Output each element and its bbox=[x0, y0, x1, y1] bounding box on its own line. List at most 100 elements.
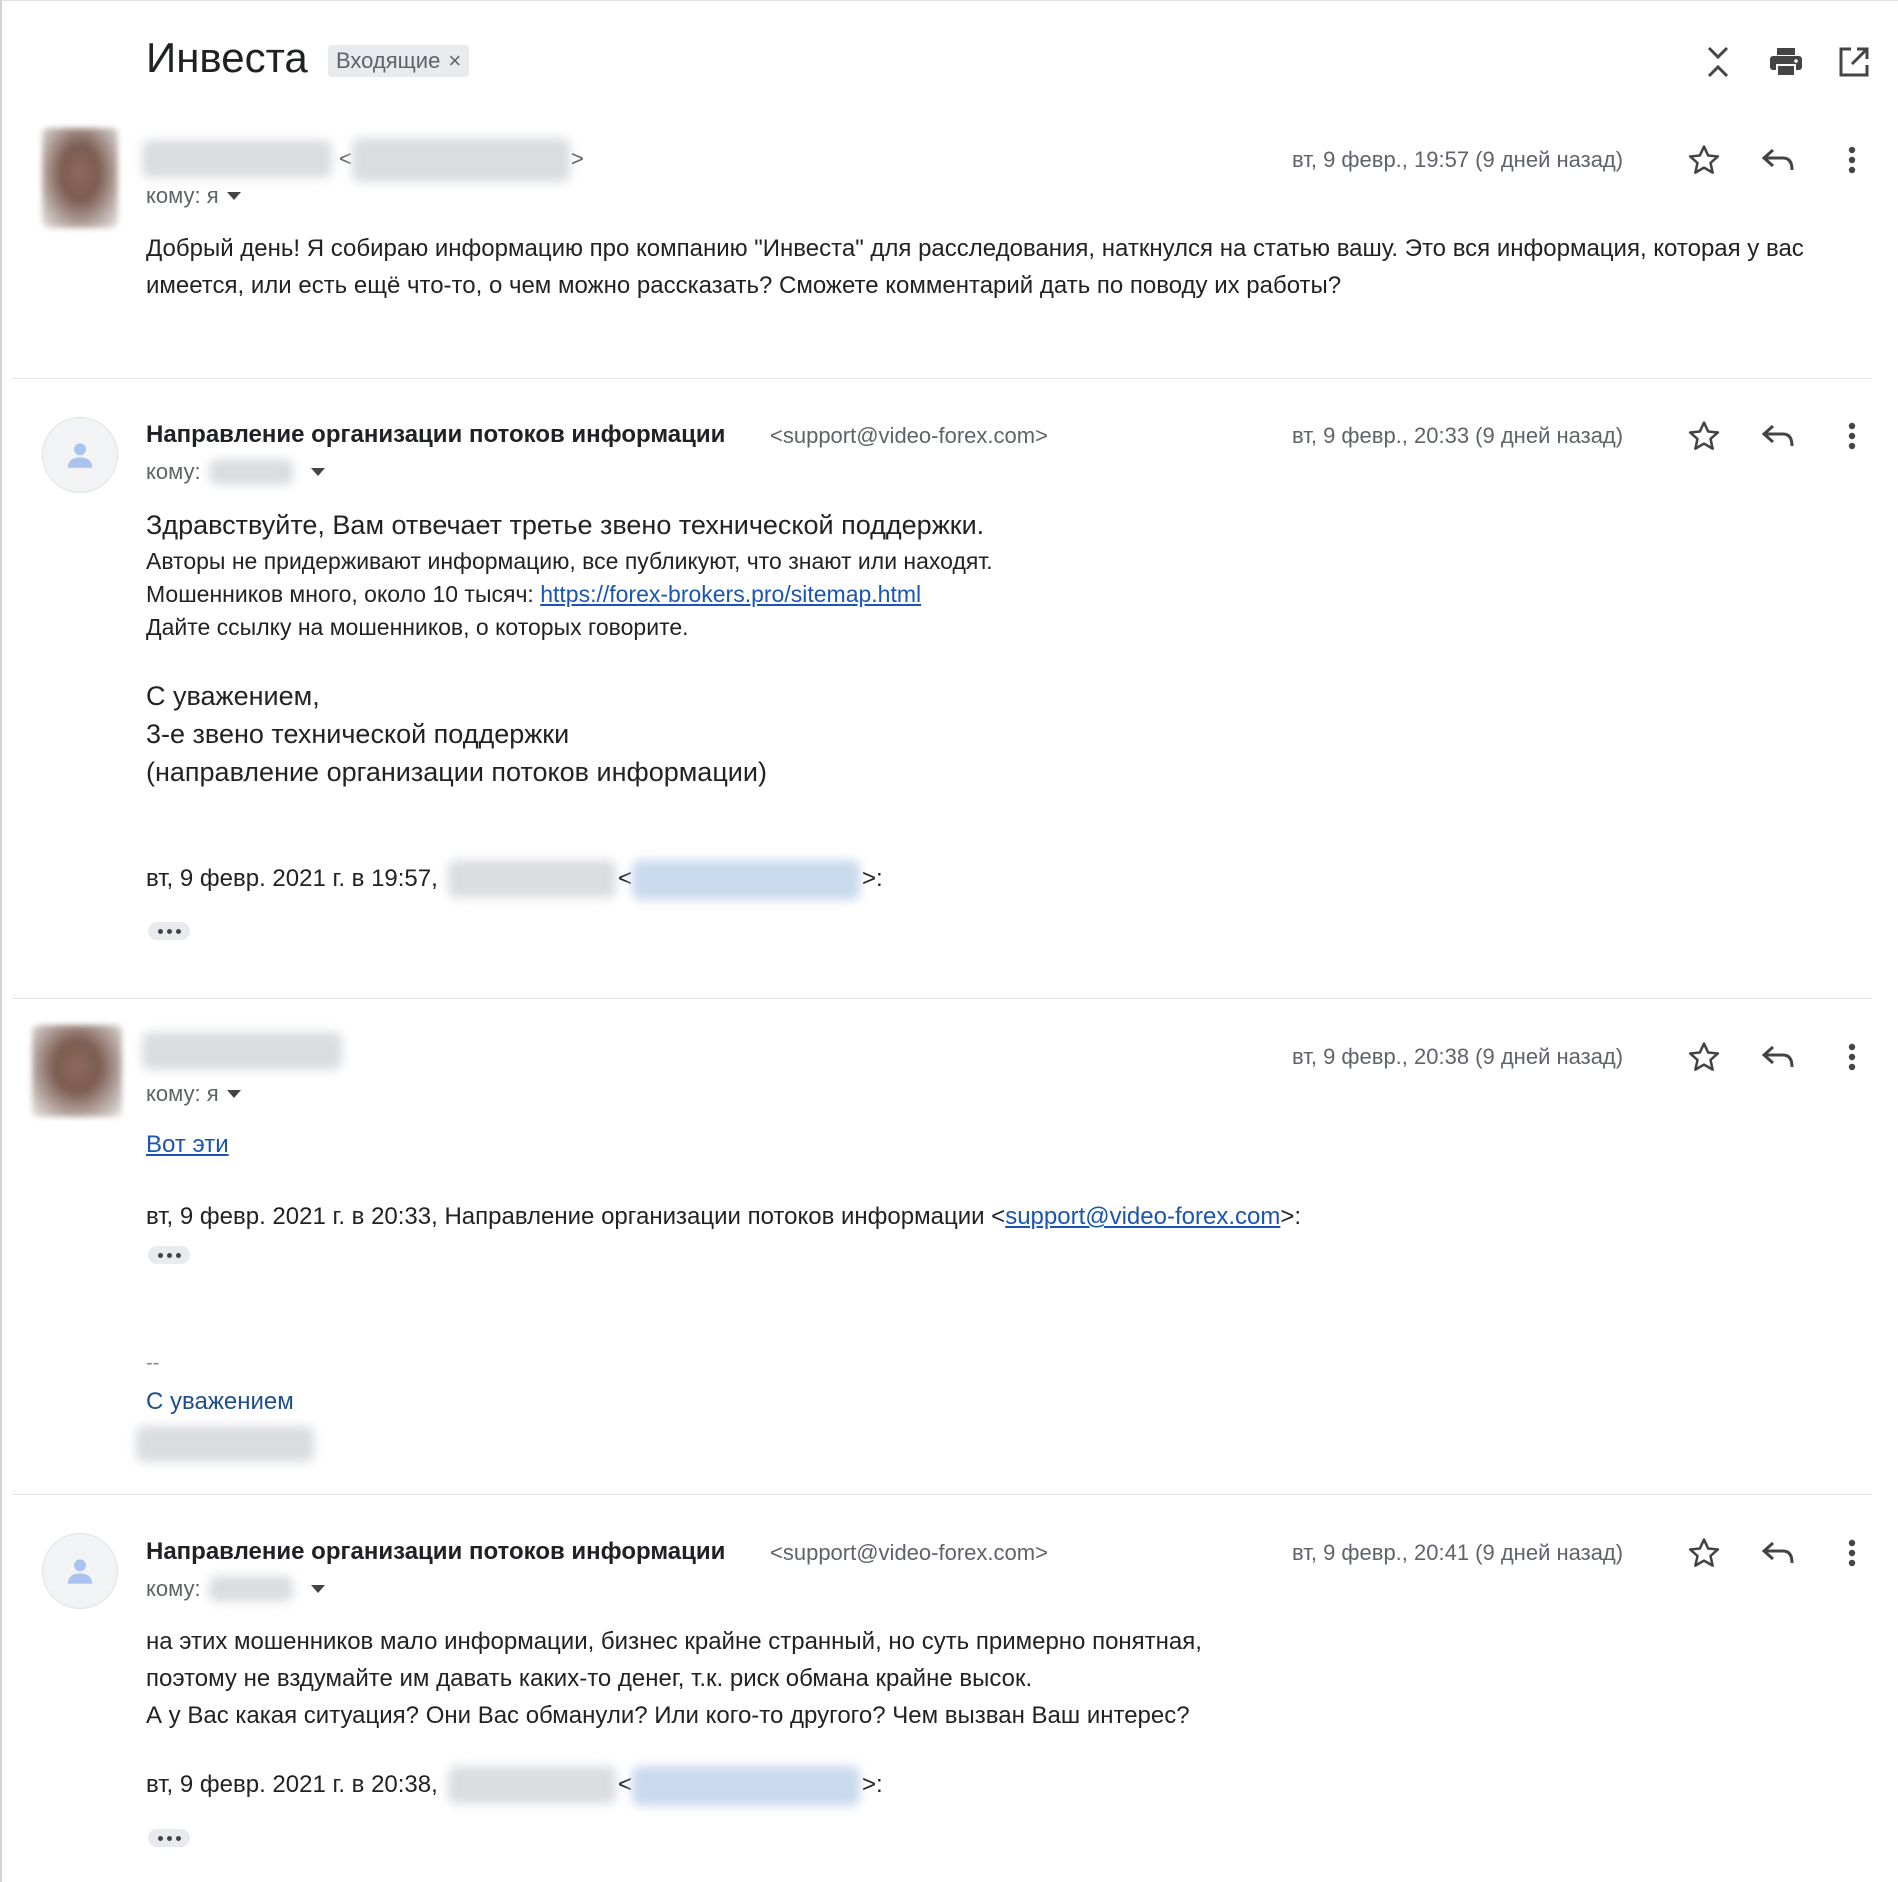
star-button[interactable] bbox=[1684, 140, 1724, 180]
message-body: Вот эти bbox=[146, 1126, 229, 1163]
quoted-email-link[interactable]: support@video-forex.com bbox=[1005, 1203, 1280, 1230]
more-options-button[interactable] bbox=[1832, 1533, 1872, 1573]
print-button[interactable] bbox=[1766, 42, 1806, 82]
signature-dash: -- bbox=[146, 1352, 160, 1374]
reply-icon bbox=[1761, 1541, 1794, 1564]
sender-email: <support@video-forex.com> bbox=[770, 1540, 1048, 1565]
top-border bbox=[0, 0, 1898, 1]
open-in-new-window-button[interactable] bbox=[1834, 42, 1874, 82]
signature-name-redacted bbox=[136, 1426, 314, 1462]
star-icon bbox=[1688, 145, 1720, 174]
show-details-caret-icon[interactable] bbox=[310, 468, 325, 476]
sender-avatar[interactable] bbox=[42, 1533, 118, 1609]
sitemap-link[interactable]: https://forex-brokers.pro/sitemap.html bbox=[540, 581, 921, 607]
signature-line: (направление организации потоков информа… bbox=[146, 757, 767, 787]
show-trimmed-content-button[interactable] bbox=[148, 922, 190, 940]
recipients: кому: bbox=[146, 459, 325, 485]
more-options-button[interactable] bbox=[1832, 416, 1872, 456]
thread-subject: Инвеста bbox=[146, 34, 308, 81]
body-line-text: Мошенников много, около 10 тысяч: bbox=[146, 581, 541, 607]
reply-button[interactable] bbox=[1758, 416, 1798, 456]
default-person-icon bbox=[67, 443, 93, 468]
sender-email-close-bracket: > bbox=[571, 146, 584, 171]
message-body: Авторы не придерживают информацию, все п… bbox=[146, 545, 993, 644]
body-line: поэтому не вздумайте им давать каких-то … bbox=[146, 1665, 1033, 1692]
body-line: на этих мошенников мало информации, бизн… bbox=[146, 1628, 1202, 1655]
body-line: Добрый день! Я собираю информацию про ко… bbox=[146, 235, 1804, 262]
message-date: вт, 9 февр., 19:57 (9 дней назад) bbox=[1292, 147, 1624, 172]
recipient-redacted bbox=[208, 1576, 293, 1602]
quoted-email-redacted bbox=[632, 860, 860, 900]
left-border bbox=[0, 0, 2, 1882]
quote-email-close-bracket: >: bbox=[862, 865, 883, 892]
reply-icon bbox=[1761, 424, 1794, 447]
label-chip-text: Входящие bbox=[336, 48, 441, 73]
body-line: имеется, или есть ещё что-то, о чем можн… bbox=[146, 272, 1342, 299]
body-link[interactable]: Вот эти bbox=[146, 1131, 229, 1158]
star-button[interactable] bbox=[1684, 1533, 1724, 1573]
signature-line: 3-е звено технической поддержки bbox=[146, 719, 570, 749]
sender-email: <support@video-forex.com> bbox=[770, 423, 1048, 448]
reply-button[interactable] bbox=[1758, 1037, 1798, 1077]
label-remove-button[interactable]: × bbox=[448, 48, 461, 74]
recipients: кому: bbox=[146, 1576, 325, 1602]
sender-avatar[interactable] bbox=[32, 1025, 122, 1117]
show-details-caret-icon[interactable] bbox=[310, 1585, 325, 1593]
message-body: на этих мошенников мало информации, бизн… bbox=[146, 1623, 1202, 1734]
quote-email-open-bracket: < bbox=[618, 1771, 633, 1798]
show-details-caret-icon[interactable] bbox=[226, 192, 241, 200]
reply-button[interactable] bbox=[1758, 1533, 1798, 1573]
recipients: кому: я bbox=[146, 183, 241, 209]
body-line: А у Вас какая ситуация? Они Вас обманули… bbox=[146, 1702, 1190, 1729]
sender-email-open-bracket: < bbox=[339, 146, 352, 171]
sender-name: Направление организации потоков информац… bbox=[146, 421, 726, 448]
reply-icon bbox=[1761, 1045, 1794, 1068]
collapse-all-icon bbox=[1707, 46, 1729, 78]
star-icon bbox=[1688, 1538, 1720, 1567]
label-chip-inbox[interactable]: Входящие × bbox=[328, 45, 470, 77]
more-options-button[interactable] bbox=[1832, 140, 1872, 180]
quote-header-prefix: вт, 9 февр. 2021 г. в 19:57, bbox=[146, 865, 438, 892]
recipients-text: кому: bbox=[146, 459, 201, 484]
quote-email-open-bracket: < bbox=[618, 865, 633, 892]
show-trimmed-content-button[interactable] bbox=[148, 1829, 190, 1847]
message-separator bbox=[12, 378, 1872, 379]
sender-name-redacted bbox=[142, 1032, 342, 1070]
reply-icon bbox=[1761, 148, 1794, 171]
recipients-text: кому: я bbox=[146, 1081, 219, 1106]
signature-line: С уважением, bbox=[146, 681, 320, 711]
show-details-caret-icon[interactable] bbox=[226, 1090, 241, 1098]
star-button[interactable] bbox=[1684, 416, 1724, 456]
collapse-all-button[interactable] bbox=[1698, 42, 1738, 82]
quote-header-prefix: вт, 9 февр. 2021 г. в 20:38, bbox=[146, 1771, 438, 1798]
quote-header-text: вт, 9 февр. 2021 г. в 20:33, Направление… bbox=[146, 1203, 1006, 1230]
reply-button[interactable] bbox=[1758, 140, 1798, 180]
print-icon bbox=[1770, 48, 1802, 77]
sender-avatar[interactable] bbox=[42, 417, 118, 493]
sender-name-redacted bbox=[142, 140, 332, 178]
sender-name: Направление организации потоков информац… bbox=[146, 1538, 726, 1565]
recipient-redacted bbox=[208, 459, 293, 485]
message-date: вт, 9 февр., 20:41 (9 дней назад) bbox=[1292, 1540, 1624, 1565]
quoted-email-redacted bbox=[632, 1766, 860, 1806]
show-trimmed-content-button[interactable] bbox=[148, 1246, 190, 1264]
more-options-icon bbox=[1848, 1539, 1856, 1567]
recipients-text: кому: я bbox=[146, 183, 219, 208]
body-line: Авторы не придерживают информацию, все п… bbox=[146, 548, 993, 574]
star-button[interactable] bbox=[1684, 1037, 1724, 1077]
sender-avatar[interactable] bbox=[42, 128, 118, 228]
more-options-button[interactable] bbox=[1832, 1037, 1872, 1077]
quoted-sender-redacted bbox=[448, 860, 616, 898]
quoted-sender-redacted bbox=[448, 1766, 616, 1804]
sender-email-redacted bbox=[352, 138, 570, 182]
message-body: Добрый день! Я собираю информацию про ко… bbox=[146, 230, 1804, 304]
default-person-icon bbox=[67, 1559, 93, 1584]
greeting-line: Здравствуйте, Вам отвечает третье звено … bbox=[146, 510, 985, 540]
recipients: кому: я bbox=[146, 1081, 241, 1107]
message-date: вт, 9 февр., 20:33 (9 дней назад) bbox=[1292, 423, 1624, 448]
quote-header-suffix: >: bbox=[1280, 1203, 1302, 1230]
signature-text: С уважением bbox=[146, 1388, 294, 1415]
message-separator bbox=[12, 1494, 1872, 1495]
more-options-icon bbox=[1848, 1043, 1856, 1071]
more-options-icon bbox=[1848, 146, 1856, 174]
